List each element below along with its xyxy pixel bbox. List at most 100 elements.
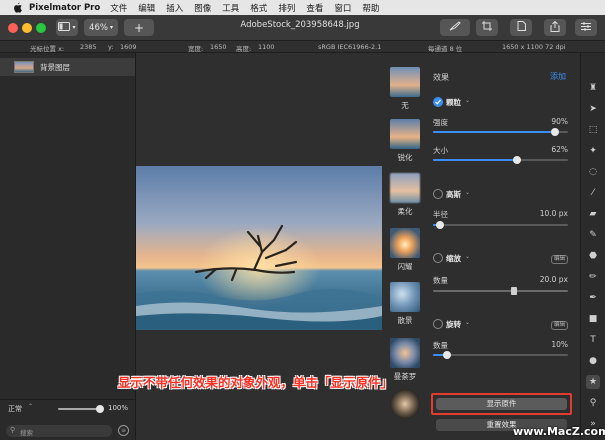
zoom-title[interactable]: 缩放 [446,253,461,264]
noise-checkbox[interactable] [433,189,443,199]
grain-checkbox[interactable] [433,97,443,107]
zoom-window-button[interactable] [36,23,46,33]
color-profile: sRGB IEC61966-2.1 [318,43,382,51]
search-placeholder: 搜索 [20,429,33,437]
cursor-y-label: y: [108,43,114,51]
zoom-icon[interactable]: ⚲ [586,396,600,410]
fill-icon[interactable]: ⬣ [586,249,600,263]
lasso-icon[interactable]: ◌ [586,165,600,179]
pencil-icon[interactable]: ✎ [586,228,600,242]
search-field[interactable]: ⚲ 搜索 [6,425,112,437]
menu-edit[interactable]: 编辑 [138,2,155,14]
gradient-icon[interactable]: ▰ [586,207,600,221]
apple-icon[interactable] [11,2,23,14]
share-icon [550,20,560,35]
layer-row[interactable]: 背景图层 [0,58,135,76]
chevron-updown-icon: ⌃ [28,403,34,410]
grain-size-slider[interactable] [433,156,568,164]
document-title: AdobeStock_203958648.jpg [240,20,360,30]
cursor-x-value: 2385 [80,43,97,51]
menu-image[interactable]: 图像 [194,2,211,14]
zoom-amount-knob[interactable] [511,287,517,295]
app-menu[interactable]: Pixelmator Pro [29,3,100,13]
effect-thumb-none[interactable] [390,67,420,97]
crop-button[interactable] [476,19,498,36]
canvas-image[interactable] [136,166,382,330]
magic-wand-icon[interactable]: ✦ [586,144,600,158]
share-button[interactable] [544,19,566,36]
spin-title[interactable]: 旋转 [446,319,461,330]
grain-size-fill [433,159,517,161]
add-button[interactable]: + [124,19,154,36]
effect-thumb-mandala[interactable] [390,389,420,419]
export-button[interactable] [510,19,532,36]
watermark: www.MacZ.com [513,425,605,438]
pointer-icon[interactable]: ➤ [586,102,600,116]
search-icon: ⚲ [10,426,16,434]
noise-radius-knob[interactable] [435,221,444,229]
opacity-knob[interactable] [96,405,104,413]
chevron-down-icon: ⌄ [465,319,471,326]
menu-tools[interactable]: 工具 [222,2,239,14]
spin-edit-button[interactable]: 编辑 [551,321,569,330]
zoom-edit-button[interactable]: 编辑 [551,255,569,264]
menu-format[interactable]: 格式 [250,2,267,14]
spin-amount-knob[interactable] [442,351,451,359]
effect-thumb-bokeh[interactable] [390,282,420,312]
effects-icon[interactable]: ★ [586,375,600,389]
color-adjust-icon[interactable]: ● [586,354,600,368]
shape-icon[interactable]: ■ [586,312,600,326]
menu-help[interactable]: 帮助 [362,2,379,14]
pen-icon[interactable]: ✒ [586,291,600,305]
style-tool-icon[interactable]: ♜ [586,81,600,95]
sidebar-settings-button[interactable] [575,19,597,36]
width-value: 1650 [210,43,227,51]
height-value: 1100 [258,43,275,51]
menu-view[interactable]: 查看 [306,2,323,14]
zoom-amount-slider[interactable] [433,287,568,295]
brush-icon[interactable]: ✏ [586,270,600,284]
chevron-down-icon: ▾ [72,24,76,31]
noise-title[interactable]: 高斯 [446,189,461,200]
tutorial-annotation: 显示不带任何效果的对象外观，单击「显示原件」 [118,375,394,390]
effect-thumb-kaleido[interactable] [390,338,420,368]
effect-thumb-glow[interactable] [390,228,420,258]
grain-strength-knob[interactable] [550,128,559,136]
effect-thumb-soften[interactable] [390,173,420,203]
selection-icon[interactable]: ⬚ [586,123,600,137]
menu-bar: Pixelmator Pro 文件 编辑 插入 图像 工具 格式 排列 查看 窗… [0,0,605,15]
toolbar: ▾ 46% ▾ + AdobeStock_203958648.jpg [0,15,605,41]
grain-size-label: 大小 [433,146,448,155]
grain-strength-slider[interactable] [433,128,568,136]
chevron-down-icon: ⌄ [465,189,471,196]
text-icon[interactable]: T [586,333,600,347]
filter-icon[interactable]: ≡ [118,425,129,436]
chevron-down-icon: ⌄ [465,97,471,104]
effect-label-glow: 闪耀 [397,262,413,271]
opacity-slider[interactable] [58,405,104,413]
menu-file[interactable]: 文件 [110,2,127,14]
menu-insert[interactable]: 插入 [166,2,183,14]
menu-window[interactable]: 窗口 [334,2,351,14]
view-toggle-button[interactable]: ▾ [56,19,78,36]
noise-radius-slider[interactable] [433,221,568,229]
cursor-y-value: 1609 [120,43,137,51]
effect-thumb-sharpen[interactable] [390,119,420,149]
menu-arrange[interactable]: 排列 [278,2,295,14]
effects-header: 效果 [433,73,449,82]
effect-label-soften: 柔化 [397,207,413,216]
opacity-value: 100% [108,404,129,412]
grain-title[interactable]: 颗粒 [446,97,461,108]
spin-amount-slider[interactable] [433,351,568,359]
add-effect-button[interactable]: 添加 [550,71,566,82]
show-original-button[interactable]: 显示原件 [436,398,567,410]
grain-size-knob[interactable] [512,156,521,164]
close-window-button[interactable] [8,23,18,33]
zoom-checkbox[interactable] [433,253,443,263]
spin-checkbox[interactable] [433,319,443,329]
blend-mode-select[interactable]: 正常 [8,404,22,414]
eyedropper-icon[interactable]: ⁄ [586,186,600,200]
minimize-window-button[interactable] [22,23,32,33]
zoom-dropdown[interactable]: 46% ▾ [84,19,118,36]
brush-tool-button[interactable] [440,19,470,36]
